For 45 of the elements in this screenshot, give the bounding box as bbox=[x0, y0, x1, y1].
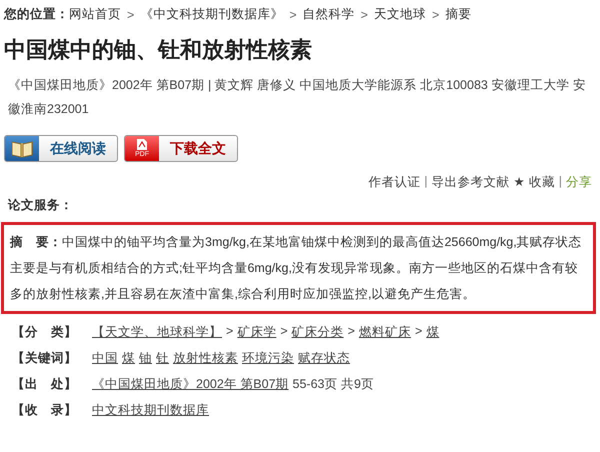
breadcrumb-link[interactable]: 天文地球 bbox=[374, 6, 426, 23]
info-link[interactable]: 煤 bbox=[426, 324, 440, 341]
separator: | bbox=[558, 174, 562, 190]
info-link[interactable]: 赋存状态 bbox=[298, 350, 350, 367]
star-icon: ★ bbox=[514, 174, 525, 191]
services-label: 论文服务： bbox=[8, 197, 74, 214]
info-link[interactable]: 环境污染 bbox=[242, 350, 294, 367]
breadcrumb-link[interactable]: 网站首页 bbox=[69, 6, 121, 23]
info-link[interactable]: 矿床学 bbox=[237, 324, 276, 341]
info-text: > bbox=[348, 324, 355, 340]
info-text: > bbox=[414, 324, 422, 340]
book-icon bbox=[10, 138, 34, 158]
info-link[interactable]: 中国 bbox=[92, 350, 118, 367]
action-link[interactable]: 作者认证 bbox=[368, 174, 420, 191]
action-link[interactable]: 导出参考文献 bbox=[432, 174, 510, 191]
breadcrumb-separator: > bbox=[127, 8, 134, 22]
info-link[interactable]: 《中国煤田地质》2002年 第B07期 bbox=[92, 376, 289, 393]
action-link[interactable]: 收藏 bbox=[528, 174, 555, 191]
info-link[interactable]: 放射性核素 bbox=[173, 350, 238, 367]
info-text: 55-63页 共9页 bbox=[292, 376, 374, 393]
info-text: > bbox=[280, 324, 288, 340]
breadcrumb-separator: > bbox=[360, 8, 368, 22]
breadcrumb-label: 您的位置： bbox=[4, 6, 69, 23]
info-link[interactable]: 中文科技期刊数据库 bbox=[92, 402, 209, 419]
info-link[interactable]: 煤 bbox=[122, 350, 135, 367]
info-link[interactable]: 矿床分类 bbox=[292, 324, 344, 341]
info-label: 【分 类】 bbox=[12, 324, 78, 341]
info-text: > bbox=[226, 324, 234, 340]
info-label: 【关键词】 bbox=[12, 350, 78, 367]
info-link[interactable]: 铀 bbox=[139, 350, 152, 367]
info-label: 【出 处】 bbox=[12, 376, 78, 393]
breadcrumb-separator: > bbox=[289, 8, 297, 22]
info-link[interactable]: 【天文学、地球科学】 bbox=[92, 324, 222, 341]
article-title: 中国煤中的铀、钍和放射性核素 bbox=[4, 36, 313, 64]
read-online-button[interactable]: 在线阅读 bbox=[4, 135, 118, 162]
breadcrumb-link[interactable]: 《中文科技期刊数据库》 bbox=[140, 6, 284, 23]
breadcrumb-link[interactable]: 摘要 bbox=[445, 6, 472, 23]
info-label: 【收 录】 bbox=[12, 402, 78, 419]
abstract-text: 摘 要：中国煤中的铀平均含量为3mg/kg,在某地富铀煤中检测到的最高值达25660mg/kg,其赋存状态主要是与有机质相结合的方式;钍平均含量6mg/kg,没有发现异常现象。南方一些地区的石煤中含有较多的放射性核素,并且容易在灰渣中富集,综合利用时应加强监控,以避免产生危害。 bbox=[10, 235, 582, 301]
separator: | bbox=[424, 174, 428, 190]
info-link[interactable]: 燃料矿床 bbox=[358, 324, 411, 341]
article-meta: 《中国煤田地质》2002年 第B07期 | 黄文辉 唐修义 中国地质大学能源系 北京100083 安徽理工大学 安徽淮南232001 bbox=[8, 77, 587, 118]
info-link[interactable]: 钍 bbox=[156, 350, 169, 367]
breadcrumb-link[interactable]: 自然科学 bbox=[302, 6, 355, 23]
breadcrumb-separator: > bbox=[432, 8, 440, 22]
